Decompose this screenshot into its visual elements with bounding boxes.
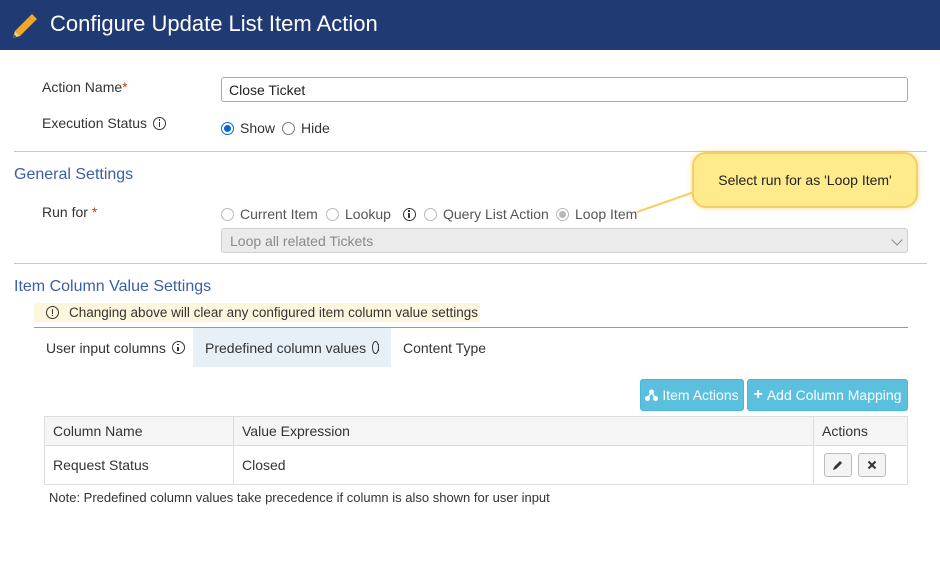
tab-predefined-column-values[interactable]: Predefined column values <box>193 328 391 367</box>
column-mapping-table: Column Name Value Expression Actions Req… <box>44 416 908 485</box>
divider <box>14 263 927 264</box>
radio-button[interactable] <box>221 121 234 135</box>
item-actions-button[interactable]: Item Actions <box>640 379 744 411</box>
execution-status-label-text: Execution Status <box>42 115 148 131</box>
run-for-option-lookup[interactable]: Lookup <box>326 206 416 222</box>
general-settings-title: General Settings <box>14 166 134 183</box>
item-column-settings-title: Item Column Value Settings <box>14 278 212 295</box>
run-for-option-label: Loop Item <box>575 206 638 222</box>
execution-option-hide[interactable]: Hide <box>282 120 330 136</box>
tab-label: User input columns <box>46 339 166 356</box>
tab-user-input-columns[interactable]: User input columns <box>34 328 197 367</box>
run-for-option-label: Query List Action <box>443 206 549 222</box>
warning-banner: Changing above will clear any configured… <box>34 303 480 322</box>
radio-button[interactable] <box>424 207 437 221</box>
column-header-actions: Actions <box>813 416 908 446</box>
loop-select[interactable]: Loop all related Tickets <box>221 228 908 253</box>
execution-status-label: Execution Status <box>42 115 167 131</box>
tab-content-type[interactable]: Content Type <box>391 328 498 367</box>
sitemap-icon <box>645 389 659 401</box>
pencil-icon <box>833 461 842 470</box>
run-for-option-query-list-action[interactable]: Query List Action <box>424 206 549 222</box>
info-icon[interactable] <box>402 207 416 221</box>
execution-option-label: Hide <box>301 120 330 136</box>
run-for-label-text: Run for <box>42 204 88 220</box>
close-icon <box>867 460 877 470</box>
info-icon[interactable] <box>171 341 185 354</box>
delete-row-button[interactable] <box>857 453 886 477</box>
action-name-label-text: Action Name <box>42 79 123 95</box>
cell-value-expression: Closed <box>233 445 814 485</box>
run-for-option-label: Lookup <box>345 206 391 222</box>
tab-label: Predefined column values <box>205 339 367 356</box>
callout-annotation: Select run for as 'Loop Item' <box>692 152 918 208</box>
radio-button[interactable] <box>221 207 234 221</box>
required-mark: * <box>122 79 128 95</box>
radio-button[interactable] <box>282 121 295 135</box>
dialog-header: Configure Update List Item Action <box>0 0 940 50</box>
callout-text: Select run for as 'Loop Item' <box>718 172 892 188</box>
cell-actions <box>813 445 908 485</box>
column-header-column-name: Column Name <box>44 416 234 446</box>
add-column-mapping-button[interactable]: + Add Column Mapping <box>747 379 908 411</box>
info-icon[interactable] <box>153 116 167 130</box>
table-header-row: Column Name Value Expression Actions <box>44 416 908 446</box>
add-column-mapping-label: Add Column Mapping <box>766 387 902 403</box>
run-for-option-label: Current Item <box>240 206 318 222</box>
item-actions-label: Item Actions <box>662 387 739 403</box>
column-header-value-expression: Value Expression <box>233 416 814 446</box>
radio-button[interactable] <box>326 207 339 221</box>
info-icon[interactable] <box>372 341 379 354</box>
action-name-input[interactable] <box>221 77 908 102</box>
required-mark: * <box>91 204 98 220</box>
cell-column-name: Request Status <box>44 445 234 485</box>
dialog-title: Configure Update List Item Action <box>50 11 378 36</box>
chevron-down-icon <box>891 234 903 246</box>
execution-option-label: Show <box>240 120 276 136</box>
run-for-option-loop-item[interactable]: Loop Item <box>556 206 637 222</box>
exclamation-icon <box>46 306 59 319</box>
loop-select-value: Loop all related Tickets <box>230 233 374 249</box>
precedence-note: Note: Predefined column values take prec… <box>49 490 550 505</box>
run-for-option-current-item[interactable]: Current Item <box>221 206 318 222</box>
execution-option-show[interactable]: Show <box>221 120 275 136</box>
plus-icon: + <box>753 386 763 403</box>
run-for-label: Run for * <box>42 204 97 220</box>
pencil-icon <box>13 14 37 38</box>
table-row: Request Status Closed <box>44 445 908 485</box>
warning-text: Changing above will clear any configured… <box>69 305 478 320</box>
edit-row-button[interactable] <box>824 453 852 477</box>
action-name-label: Action Name* <box>42 79 128 95</box>
tab-label: Content Type <box>403 339 487 356</box>
radio-button[interactable] <box>556 207 569 221</box>
